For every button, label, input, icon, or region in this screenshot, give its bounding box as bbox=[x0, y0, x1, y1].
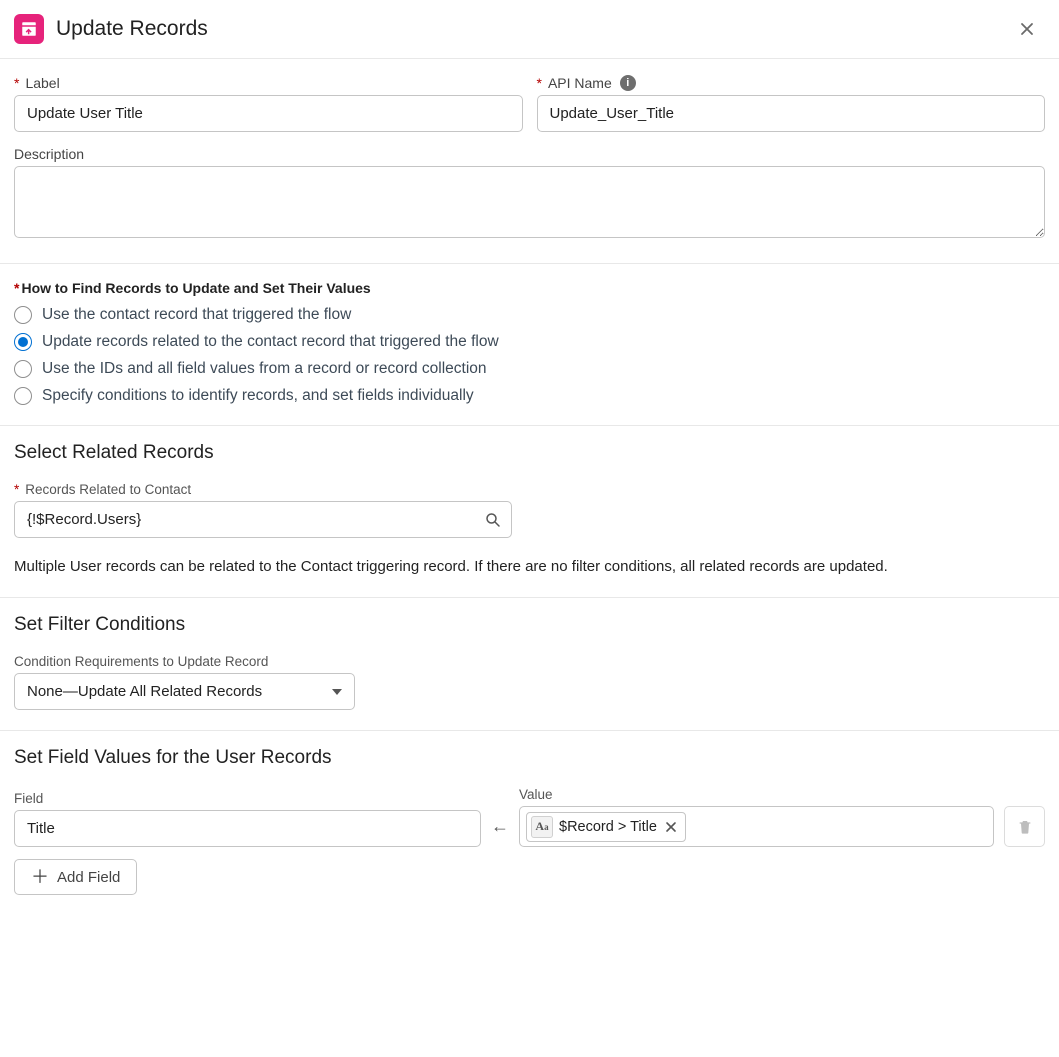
section-how-to-find: *How to Find Records to Update and Set T… bbox=[0, 264, 1059, 426]
records-related-label: * Records Related to Contact bbox=[14, 482, 1045, 497]
label-field-label-text: Label bbox=[25, 75, 59, 91]
description-label: Description bbox=[14, 146, 1045, 162]
radio-icon bbox=[14, 360, 32, 378]
section-filter-conditions: Set Filter Conditions Condition Requirem… bbox=[0, 598, 1059, 731]
add-field-button[interactable]: ＋ Add Field bbox=[14, 859, 137, 895]
radio-option-triggering-record[interactable]: Use the contact record that triggered th… bbox=[14, 306, 1045, 324]
plus-icon: ＋ bbox=[31, 868, 49, 886]
text-type-icon: Aa bbox=[531, 816, 553, 838]
search-icon[interactable] bbox=[484, 511, 502, 529]
close-button[interactable] bbox=[1013, 17, 1041, 41]
records-related-input[interactable] bbox=[14, 501, 512, 538]
radio-label: Use the IDs and all field values from a … bbox=[42, 360, 487, 378]
how-to-find-title: *How to Find Records to Update and Set T… bbox=[14, 280, 1045, 296]
radio-option-specify-conditions[interactable]: Specify conditions to identify records, … bbox=[14, 387, 1045, 405]
radio-option-related-records[interactable]: Update records related to the contact re… bbox=[14, 333, 1045, 351]
chevron-down-icon bbox=[331, 686, 343, 698]
how-to-find-radio-group: Use the contact record that triggered th… bbox=[14, 306, 1045, 405]
field-input[interactable] bbox=[14, 810, 481, 847]
add-field-button-label: Add Field bbox=[57, 869, 120, 886]
update-records-icon bbox=[14, 14, 44, 44]
section-related-records: Select Related Records * Records Related… bbox=[0, 426, 1059, 598]
section-basic: * Label * API Name i Description bbox=[0, 59, 1059, 264]
label-field-label: * Label bbox=[14, 75, 523, 91]
section-set-field-values: Set Field Values for the User Records Fi… bbox=[0, 731, 1059, 915]
field-label: Field bbox=[14, 791, 481, 806]
pill-remove-button[interactable] bbox=[663, 821, 679, 833]
value-pill-text: $Record > Title bbox=[559, 819, 657, 835]
radio-option-ids-collection[interactable]: Use the IDs and all field values from a … bbox=[14, 360, 1045, 378]
records-related-label-text: Records Related to Contact bbox=[25, 482, 191, 497]
info-icon[interactable]: i bbox=[620, 75, 636, 91]
radio-label: Specify conditions to identify records, … bbox=[42, 387, 474, 405]
value-label: Value bbox=[519, 787, 994, 802]
radio-icon bbox=[14, 306, 32, 324]
condition-requirements-value: None—Update All Related Records bbox=[14, 673, 355, 710]
value-pill: Aa $Record > Title bbox=[526, 812, 686, 842]
related-records-title: Select Related Records bbox=[14, 442, 1045, 464]
label-input[interactable] bbox=[14, 95, 523, 132]
radio-label: Use the contact record that triggered th… bbox=[42, 306, 351, 324]
radio-label: Update records related to the contact re… bbox=[42, 333, 499, 351]
required-indicator: * bbox=[14, 482, 19, 497]
delete-row-button[interactable] bbox=[1004, 806, 1045, 847]
condition-requirements-label: Condition Requirements to Update Record bbox=[14, 654, 1045, 669]
how-to-find-title-text: How to Find Records to Update and Set Th… bbox=[21, 280, 370, 296]
required-indicator: * bbox=[14, 75, 19, 91]
api-name-label-text: API Name bbox=[548, 75, 612, 91]
related-help-text: Multiple User records can be related to … bbox=[14, 556, 1045, 577]
radio-icon bbox=[14, 333, 32, 351]
dialog-header: Update Records bbox=[0, 0, 1059, 59]
description-textarea[interactable] bbox=[14, 166, 1045, 238]
required-indicator: * bbox=[537, 75, 542, 91]
set-field-values-title: Set Field Values for the User Records bbox=[14, 747, 1045, 769]
filter-conditions-title: Set Filter Conditions bbox=[14, 614, 1045, 636]
assignment-arrow-icon: ← bbox=[491, 816, 509, 847]
api-name-input[interactable] bbox=[537, 95, 1046, 132]
api-name-label: * API Name i bbox=[537, 75, 1046, 91]
radio-icon bbox=[14, 387, 32, 405]
value-input[interactable]: Aa $Record > Title bbox=[519, 806, 994, 847]
dialog-title: Update Records bbox=[56, 17, 1013, 41]
condition-requirements-select[interactable]: None—Update All Related Records bbox=[14, 673, 355, 710]
required-indicator: * bbox=[14, 280, 19, 296]
